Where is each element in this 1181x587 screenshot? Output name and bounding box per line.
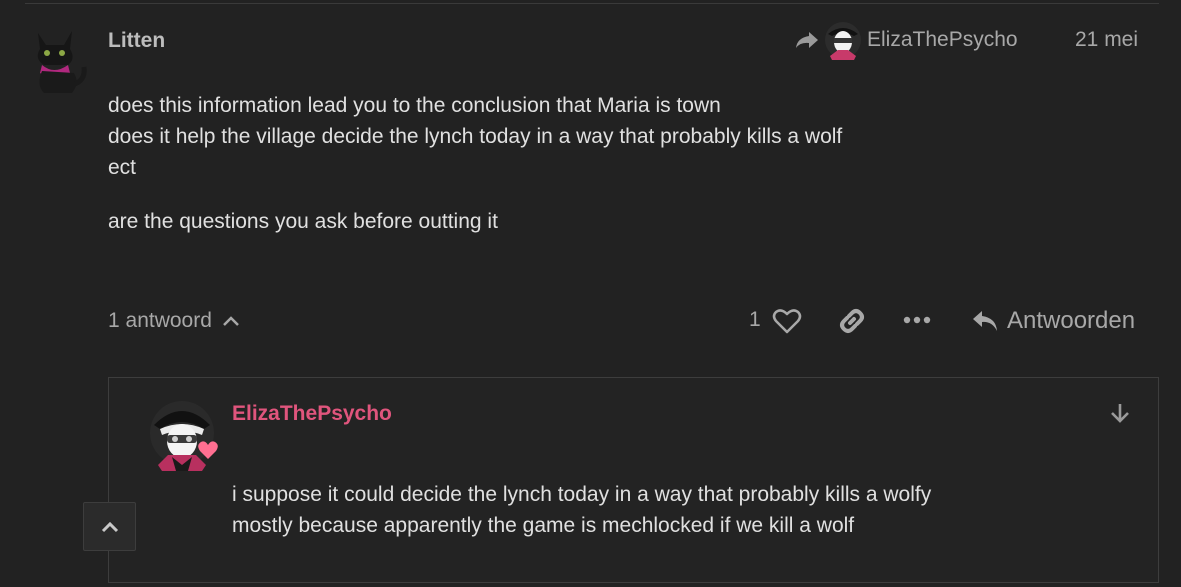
reply-username[interactable]: ElizaThePsycho bbox=[232, 402, 392, 426]
post-date[interactable]: 21 mei bbox=[1075, 28, 1138, 52]
scroll-to-top-button[interactable] bbox=[83, 502, 136, 551]
post-body: does this information lead you to the co… bbox=[108, 90, 1008, 260]
post-paragraph: are the questions you ask before outting… bbox=[108, 210, 498, 233]
reply-user-avatar[interactable] bbox=[148, 399, 224, 473]
replies-count-label: 1 antwoord bbox=[108, 309, 212, 332]
reply-button[interactable]: Antwoorden bbox=[971, 306, 1135, 336]
top-divider bbox=[25, 3, 1159, 4]
post-username[interactable]: Litten bbox=[108, 29, 165, 53]
reply-button-label: Antwoorden bbox=[1007, 307, 1136, 334]
reply-to-username: ElizaThePsycho bbox=[867, 28, 1018, 51]
embedded-reply: ElizaThePsycho i suppose it could decide… bbox=[108, 377, 1159, 583]
share-arrow-icon bbox=[796, 32, 818, 48]
reply-to-avatar bbox=[825, 22, 861, 60]
post: Litten ElizaThePsycho 21 mei does this i… bbox=[0, 0, 1181, 587]
reply-body: i suppose it could decide the lynch toda… bbox=[232, 483, 932, 537]
reply-to-indicator[interactable]: ElizaThePsycho bbox=[794, 20, 1018, 60]
ellipsis-icon[interactable] bbox=[902, 313, 932, 327]
chevron-up-icon bbox=[101, 521, 118, 533]
chevron-up-icon bbox=[223, 316, 239, 326]
link-icon[interactable] bbox=[837, 306, 867, 336]
reply-icon bbox=[973, 311, 997, 331]
heart-icon[interactable] bbox=[772, 308, 802, 334]
user-avatar[interactable] bbox=[24, 23, 90, 95]
like-count: 1 bbox=[749, 308, 761, 331]
arrow-down-icon[interactable] bbox=[1109, 402, 1131, 424]
post-paragraph: does this information lead you to the co… bbox=[108, 94, 843, 179]
replies-toggle-button[interactable]: 1 antwoord bbox=[108, 308, 240, 334]
